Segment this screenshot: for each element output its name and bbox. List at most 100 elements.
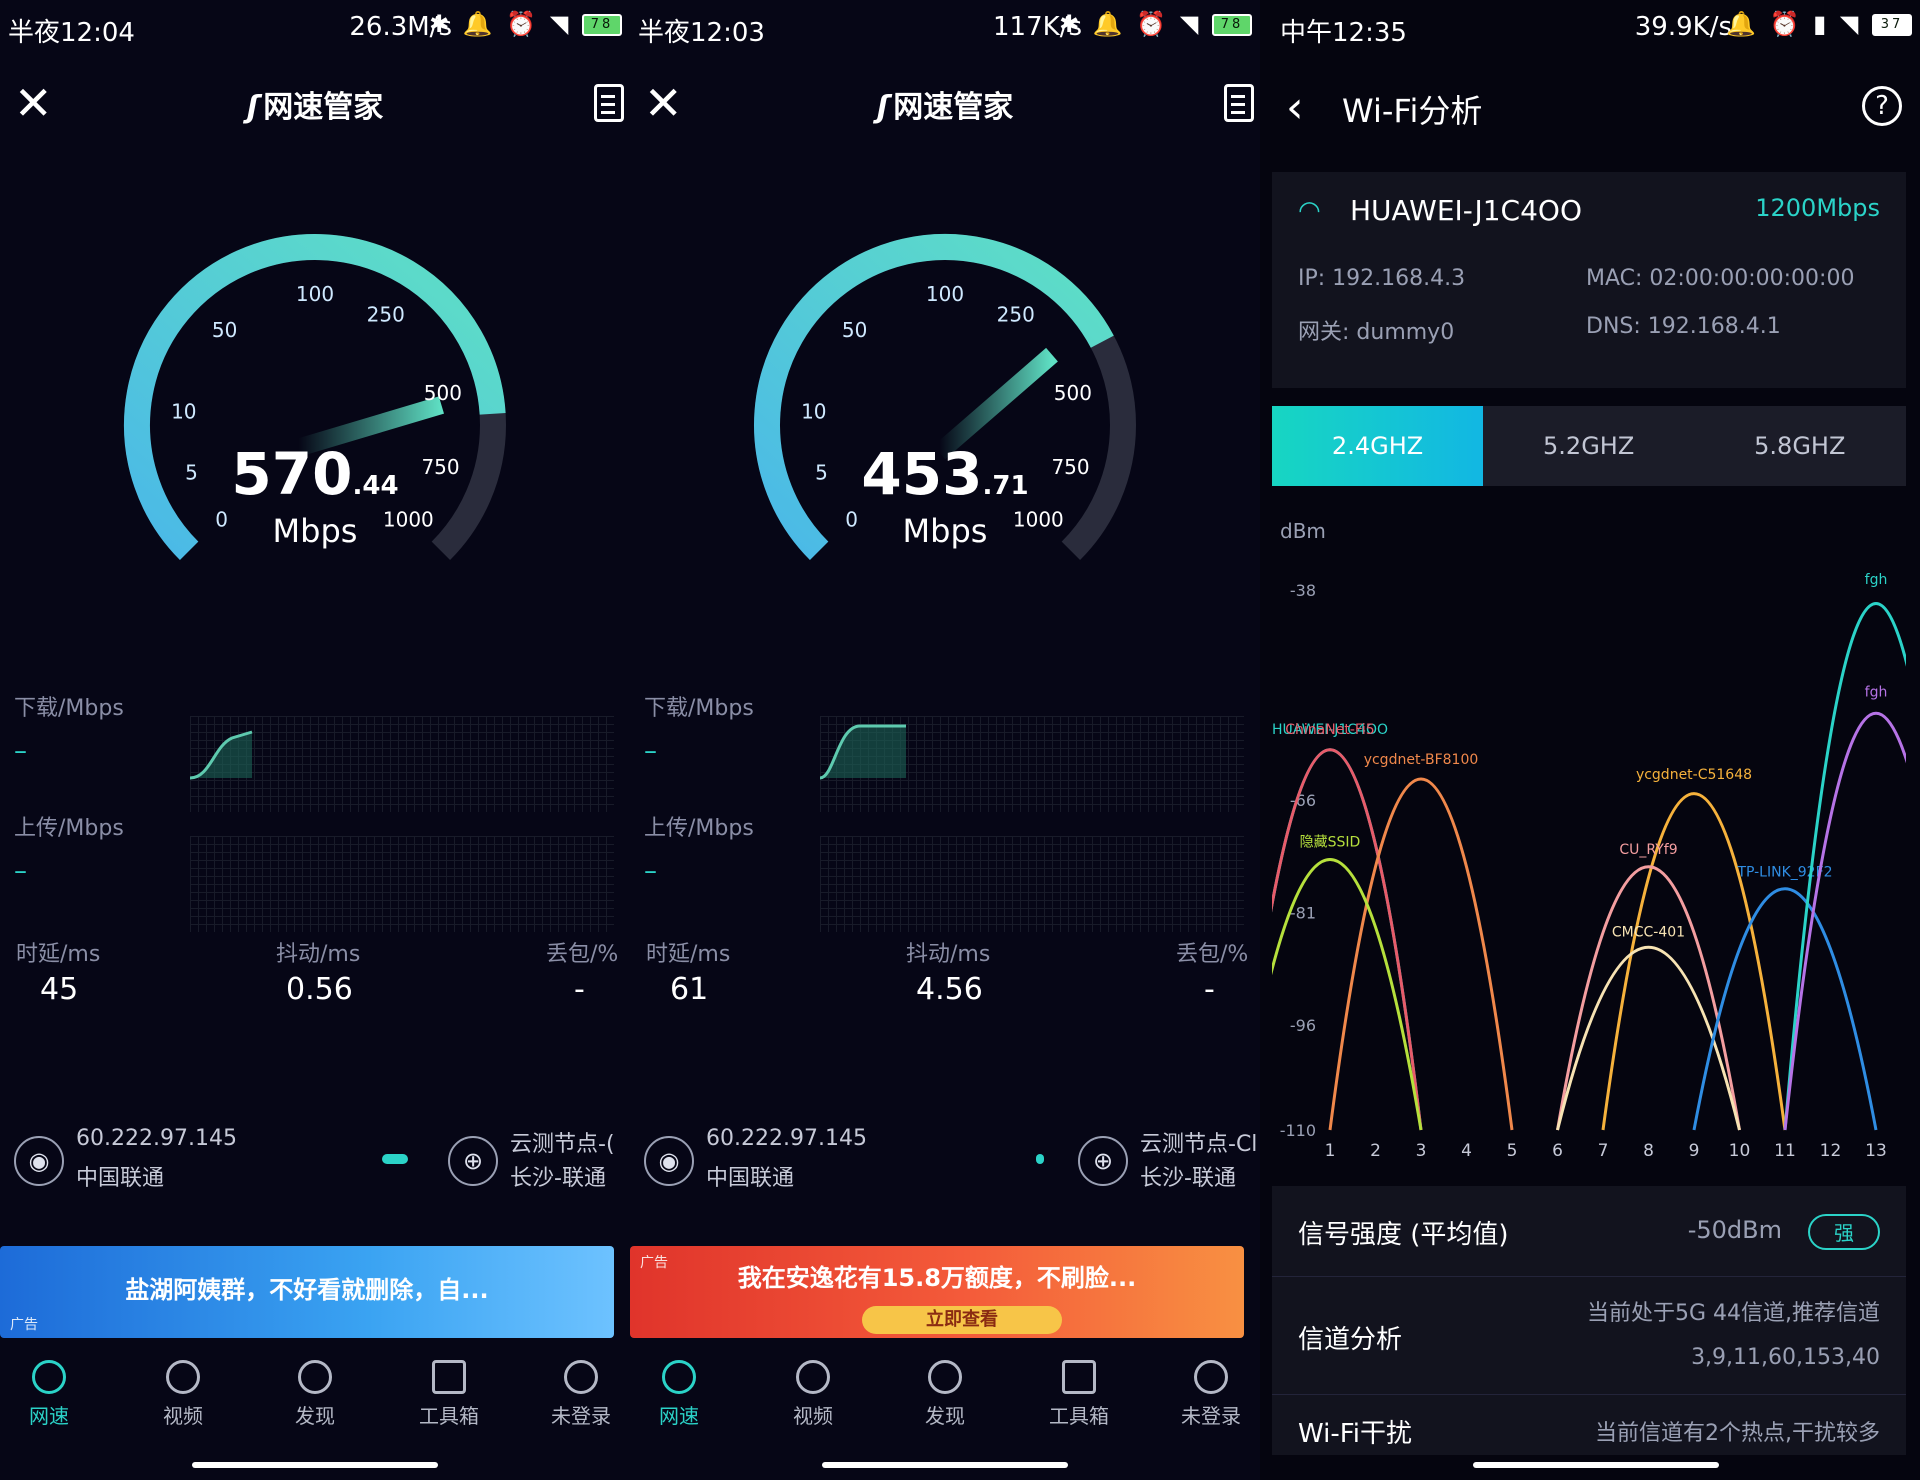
- gauge-tick-label: 500: [424, 381, 462, 405]
- status-time: 中午12:35: [1280, 18, 1407, 48]
- home-indicator[interactable]: [1473, 1462, 1719, 1468]
- download-value: –: [14, 736, 27, 766]
- speed-decimal: .44: [352, 471, 399, 501]
- tab-speed[interactable]: 网速: [630, 1360, 734, 1429]
- ad-banner[interactable]: 盐湖阿姨群，不好看就删除，自... 广告: [0, 1246, 614, 1338]
- server-row: ◉ 60.222.97.145 中国联通 ⊕ 云测节点-( 长沙-联通: [0, 1126, 630, 1196]
- ad-cta-button[interactable]: 立即查看: [862, 1306, 1062, 1334]
- report-icon[interactable]: [1224, 84, 1254, 122]
- signal-label: 信号强度 (平均值): [1298, 1220, 1509, 1250]
- x-tick-label: 9: [1689, 1141, 1700, 1161]
- speedtest-panel-1: 半夜12:04 26.3M/s ✱ 🔔 ⏰ ◥ 78 ✕ ʃ 网速管家 0 5 10 5…: [0, 0, 630, 1480]
- upload-label: 上传/Mbps: [14, 816, 124, 841]
- channel-chart: dBm-38-66-81-96-1101 2 3 4 5 6 7 8 9 10 11 12 13HUAW…: [1272, 519, 1906, 1161]
- channel-analysis-row: 信道分析 当前处于5G 44信道,推荐信道 3,9,11,60,153,40: [1272, 1276, 1906, 1395]
- band-tabs: 2.4GHZ 5.2GHZ 5.8GHZ: [1272, 406, 1906, 486]
- wifi-analysis-panel: 中午12:35 39.9K/s 🔔 ⏰ ▮ ◥ 37 ‹ Wi-Fi分析 ? ◠…: [1272, 0, 1920, 1480]
- globe-icon[interactable]: ⊕: [448, 1136, 498, 1186]
- ssid-name: HUAWEI-J1C4OO: [1350, 194, 1582, 227]
- speedtest-panel-2: 半夜12:03 117K/s ✱ 🔔 ⏰ ◥ 78 ✕ ʃ 网速管家 0 5 10 50…: [630, 0, 1260, 1480]
- progress-indicator: [1036, 1154, 1044, 1164]
- x-tick-label: 6: [1552, 1141, 1563, 1161]
- speed-unit: Mbps: [902, 512, 988, 550]
- signal-strength-row: 信号强度 (平均值) -50dBm 强: [1272, 1186, 1906, 1276]
- tab-login[interactable]: 未登录: [1156, 1360, 1260, 1429]
- report-icon[interactable]: [594, 84, 624, 122]
- node-name[interactable]: 云测节点-(: [510, 1126, 615, 1158]
- series-curve: [1272, 858, 1423, 1131]
- home-indicator[interactable]: [192, 1462, 438, 1468]
- gauge-tick-label: 100: [926, 282, 964, 306]
- tab-2-4ghz[interactable]: 2.4GHZ: [1272, 406, 1484, 486]
- ad-banner[interactable]: 广告 我在安逸花有15.8万额度，不刷脸... 立即查看: [630, 1246, 1244, 1338]
- download-curve: [819, 724, 906, 780]
- ip-address: IP: 192.168.4.3: [1298, 266, 1466, 291]
- play-icon: [166, 1360, 200, 1394]
- bottom-tabbar: 网速 视频 发现 工具箱 未登录: [630, 1360, 1260, 1460]
- tab-discover[interactable]: 发现: [260, 1360, 370, 1429]
- tab-login[interactable]: 未登录: [526, 1360, 630, 1429]
- download-curve: [189, 730, 253, 780]
- tab-label: 发现: [295, 1404, 335, 1428]
- download-graph: [189, 716, 614, 812]
- client-ip: 60.222.97.145: [76, 1126, 237, 1151]
- gauge-tick-label: 250: [997, 303, 1035, 327]
- tab-discover[interactable]: 发现: [890, 1360, 1000, 1429]
- gauge-icon: [32, 1360, 66, 1394]
- signal-badge: 强: [1808, 1214, 1880, 1250]
- series-label: fgh: [1865, 572, 1888, 588]
- loss-value: -: [1204, 972, 1215, 1007]
- x-tick-label: 8: [1643, 1141, 1654, 1161]
- wifi-icon: ◉: [644, 1136, 694, 1186]
- toolbox-icon: [1062, 1360, 1096, 1394]
- x-tick-label: 13: [1865, 1141, 1887, 1161]
- series-curve: [1328, 777, 1514, 1131]
- wifi-signal-icon: ◠: [1298, 196, 1321, 226]
- download-graph: [819, 716, 1244, 812]
- y-axis-title: dBm: [1280, 519, 1326, 543]
- link-rate: 1200Mbps: [1755, 194, 1880, 222]
- globe-icon[interactable]: ⊕: [1078, 1136, 1128, 1186]
- series-label: ycgdnet-C51648: [1636, 767, 1752, 783]
- app-brand: ʃ 网速管家: [0, 82, 630, 126]
- speed-main: 570: [231, 440, 353, 508]
- ad-text: 盐湖阿姨群，不好看就删除，自...: [125, 1276, 489, 1304]
- y-tick-label: -110: [1280, 1121, 1316, 1140]
- x-tick-label: 4: [1461, 1141, 1472, 1161]
- x-tick-label: 12: [1820, 1141, 1842, 1161]
- user-icon: [1194, 1360, 1228, 1394]
- tab-label: 工具箱: [419, 1404, 479, 1428]
- user-icon: [564, 1360, 598, 1394]
- download-label: 下载/Mbps: [14, 696, 124, 721]
- download-value: –: [644, 736, 657, 766]
- tab-5-8ghz[interactable]: 5.8GHZ: [1694, 406, 1905, 486]
- series-label: 隐藏SSID: [1300, 835, 1361, 851]
- signal-value: -50dBm: [1687, 1216, 1782, 1244]
- x-tick-label: 3: [1416, 1141, 1427, 1161]
- page-title: Wi-Fi分析: [1342, 92, 1483, 130]
- tab-video[interactable]: 视频: [758, 1360, 868, 1429]
- latency-value: 45: [40, 972, 79, 1007]
- back-chevron-icon[interactable]: ‹: [1286, 82, 1304, 133]
- home-indicator[interactable]: [822, 1462, 1068, 1468]
- gateway: 网关: dummy0: [1298, 320, 1455, 345]
- speed-reading: 570.44 Mbps: [0, 440, 630, 550]
- server-row: ◉ 60.222.97.145 中国联通 ⊕ 云测节点-Cl 长沙-联通: [630, 1126, 1260, 1196]
- node-isp: 长沙-联通: [510, 1166, 606, 1191]
- tab-toolbox[interactable]: 工具箱: [1024, 1360, 1134, 1429]
- gauge-tick-label: 50: [212, 318, 237, 342]
- latency-value: 61: [670, 972, 709, 1007]
- node-name[interactable]: 云测节点-Cl: [1140, 1126, 1257, 1158]
- tab-label: 视频: [163, 1404, 203, 1428]
- tab-speed[interactable]: 网速: [0, 1360, 104, 1429]
- y-tick-label: -81: [1290, 904, 1316, 923]
- tab-5-2ghz[interactable]: 5.2GHZ: [1483, 406, 1694, 486]
- status-bar: 半夜12:03 117K/s ✱ 🔔 ⏰ ◥ 78: [630, 0, 1260, 56]
- x-tick-label: 10: [1729, 1141, 1751, 1161]
- help-icon[interactable]: ?: [1862, 86, 1902, 126]
- jitter-value: 0.56: [286, 972, 353, 1007]
- tab-toolbox[interactable]: 工具箱: [394, 1360, 504, 1429]
- tab-video[interactable]: 视频: [128, 1360, 238, 1429]
- gauge-tick-label: 10: [801, 400, 826, 424]
- tab-label: 网速: [29, 1404, 69, 1428]
